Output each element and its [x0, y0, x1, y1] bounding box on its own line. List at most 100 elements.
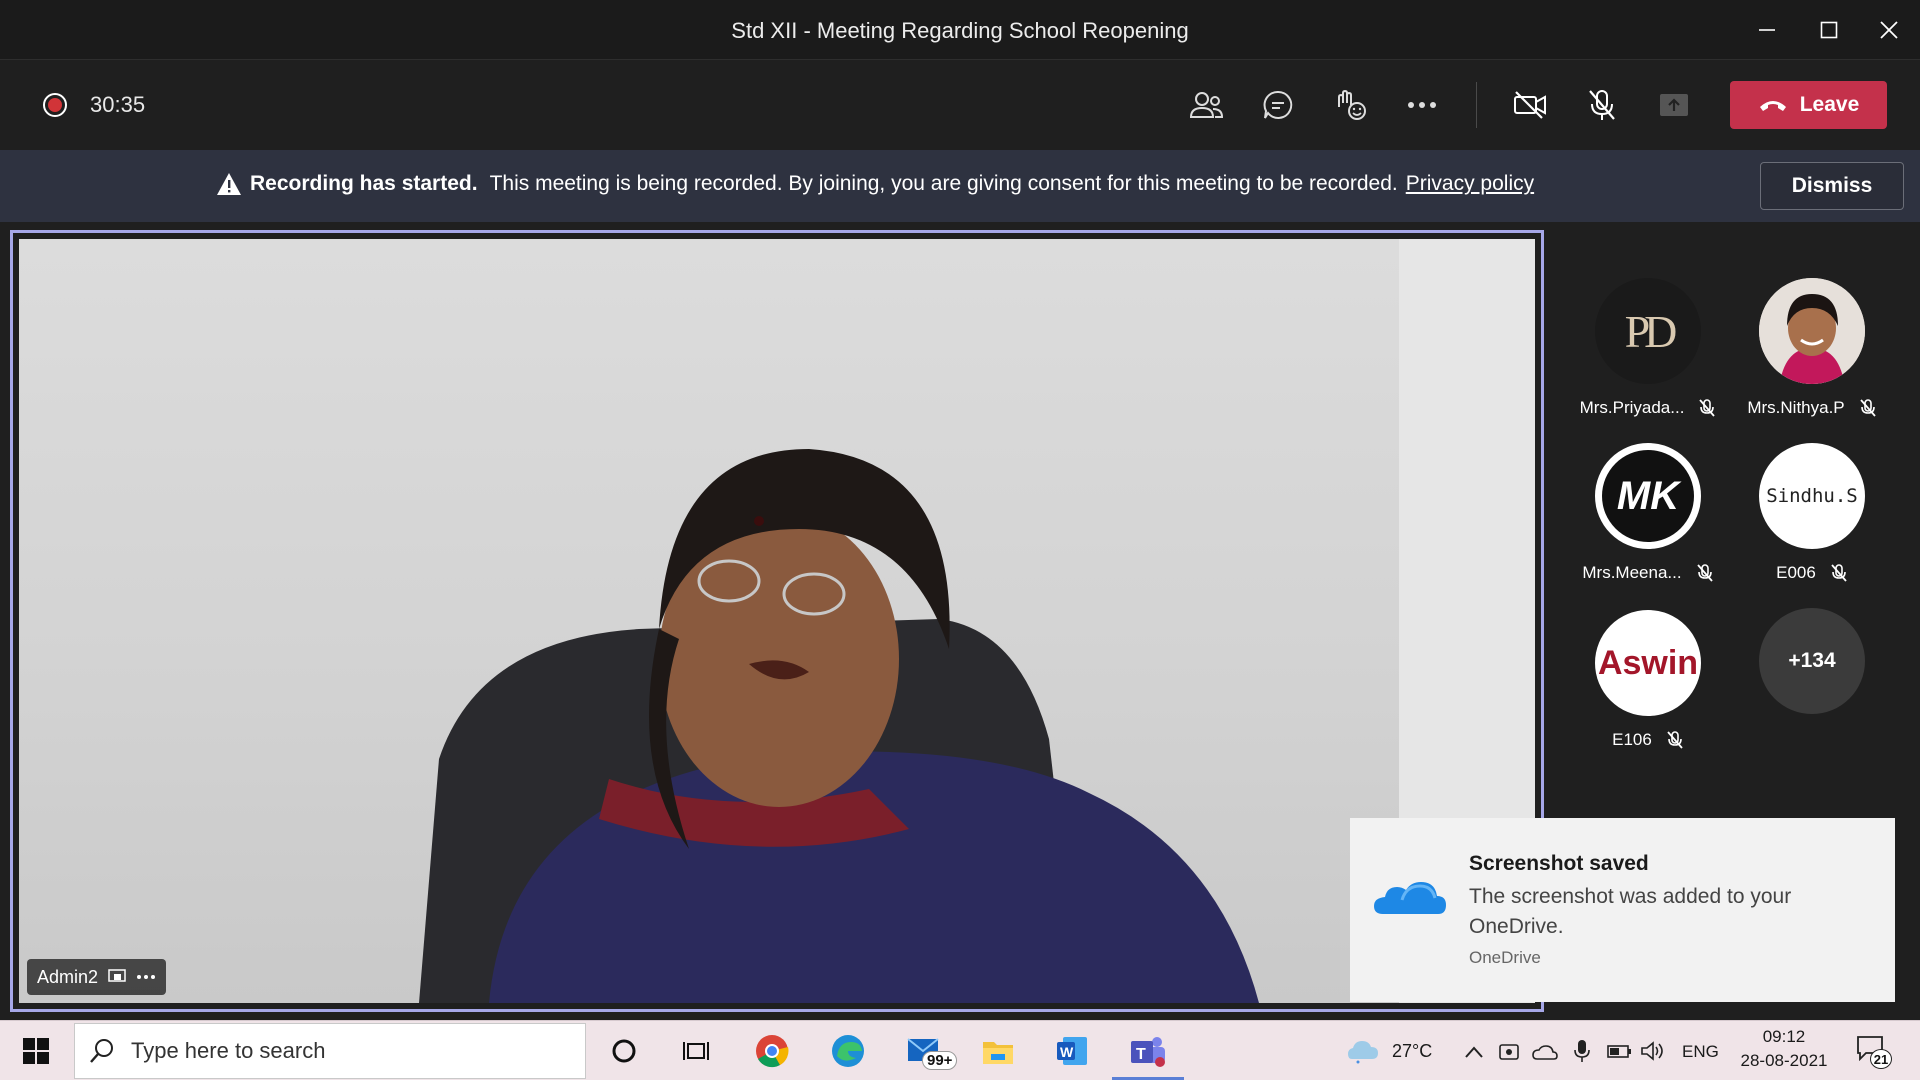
avatar: Aswin	[1595, 610, 1701, 716]
avatar: PD	[1595, 278, 1701, 384]
participant-tile[interactable]: Mrs.Nithya.P	[1742, 278, 1882, 418]
microphone-tray-icon[interactable]	[1574, 1039, 1590, 1063]
mail-badge: 99+	[922, 1051, 958, 1070]
reactions-button[interactable]	[1326, 82, 1374, 128]
warning-icon	[217, 173, 241, 195]
toast-title: Screenshot saved	[1469, 852, 1649, 875]
folder-icon	[983, 1042, 1013, 1064]
screenshot-saved-toast[interactable]: Screenshot saved The screenshot was adde…	[1350, 818, 1895, 1002]
participant-name: Mrs.Meena...	[1582, 563, 1682, 582]
recording-message: Recording has started. This meeting is b…	[216, 172, 1534, 196]
participant-name: Mrs.Priyada...	[1579, 398, 1685, 417]
participant-tile[interactable]: PD Mrs.Priyada...	[1578, 278, 1718, 418]
notification-count: 21	[1870, 1049, 1892, 1069]
windows-taskbar: Type here to search 99+ W T 27°C ENG 09:…	[0, 1020, 1920, 1080]
maximize-button[interactable]	[1798, 0, 1860, 60]
language-indicator[interactable]: ENG	[1682, 1042, 1719, 1062]
phone-hangup-icon	[1759, 101, 1786, 111]
participant-name: Mrs.Nithya.P	[1747, 398, 1845, 417]
mic-off-icon	[1699, 399, 1716, 417]
task-view-icon	[683, 1042, 709, 1060]
teams-meeting-window: Std XII - Meeting Regarding School Reope…	[0, 0, 1920, 1080]
cortana-icon	[612, 1039, 636, 1063]
speaker-name-tag[interactable]: Admin2	[27, 959, 167, 995]
weather-icon	[1348, 1041, 1378, 1064]
chat-icon	[1263, 90, 1293, 119]
maximize-icon	[1820, 21, 1838, 39]
avatar-initials: PD	[1624, 305, 1678, 357]
overflow-count: +134	[1788, 649, 1836, 672]
overflow-avatar: +134	[1759, 608, 1865, 714]
screen-share-badge-icon	[108, 969, 126, 982]
onedrive-tray-icon[interactable]	[1532, 1043, 1558, 1061]
recording-consent-text: This meeting is being recorded. By joini…	[489, 172, 1398, 195]
mic-off-icon	[1696, 564, 1713, 582]
privacy-policy-link[interactable]: Privacy policy	[1406, 172, 1534, 196]
edge-app[interactable]	[818, 1021, 878, 1080]
toast-source: OneDrive	[1469, 948, 1541, 967]
camera-off-icon	[1514, 91, 1546, 119]
participants-button[interactable]	[1182, 82, 1230, 128]
search-icon	[90, 1039, 113, 1063]
minimize-button[interactable]	[1736, 0, 1798, 60]
mic-toggle-button[interactable]	[1578, 82, 1626, 128]
participant-tile[interactable]: Aswin E106	[1578, 610, 1718, 750]
chat-button[interactable]	[1254, 82, 1302, 128]
teams-app[interactable]: T	[1118, 1021, 1178, 1080]
notification-center-button[interactable]: 21	[1852, 1033, 1892, 1069]
avatar-initials: MK	[1616, 473, 1680, 518]
teams-icon: T	[1131, 1037, 1165, 1067]
dismiss-button[interactable]: Dismiss	[1760, 162, 1904, 210]
main-video-stage[interactable]: Admin2	[10, 230, 1544, 1012]
volume-icon[interactable]	[1640, 1040, 1666, 1062]
start-button[interactable]	[6, 1021, 66, 1080]
chrome-app[interactable]	[742, 1021, 802, 1080]
windows-logo-icon	[23, 1038, 49, 1064]
cortana-button[interactable]	[594, 1021, 654, 1080]
leave-button[interactable]: Leave	[1730, 81, 1887, 129]
speaker-video: Admin2	[19, 239, 1535, 1003]
participant-tile[interactable]: MK Mrs.Meena...	[1578, 443, 1718, 583]
mic-off-icon	[1667, 731, 1683, 749]
minimize-icon	[1759, 29, 1775, 31]
reactions-icon	[1338, 89, 1366, 120]
share-icon	[1660, 94, 1688, 116]
clock[interactable]: 09:12 28-08-2021	[1734, 1027, 1834, 1071]
close-icon	[1880, 21, 1898, 39]
svg-text:W: W	[1060, 1044, 1074, 1060]
participants-icon	[1189, 92, 1223, 118]
more-icon[interactable]	[136, 974, 156, 980]
more-participants-tile[interactable]: +134	[1742, 608, 1882, 714]
meet-now-icon[interactable]	[1498, 1041, 1520, 1063]
control-divider	[1476, 82, 1477, 128]
taskbar-search[interactable]: Type here to search	[74, 1023, 586, 1079]
close-button[interactable]	[1858, 0, 1920, 60]
speaker-name: Admin2	[37, 966, 99, 987]
more-actions-button[interactable]	[1398, 82, 1446, 128]
more-icon	[1408, 102, 1436, 108]
onedrive-cloud-icon	[1374, 882, 1446, 914]
task-view-button[interactable]	[666, 1021, 726, 1080]
word-icon: W	[1057, 1037, 1087, 1065]
file-explorer-app[interactable]	[968, 1021, 1028, 1080]
weather-temperature[interactable]: 27°C	[1392, 1041, 1432, 1062]
title-bar: Std XII - Meeting Regarding School Reope…	[0, 0, 1920, 60]
share-content-button[interactable]	[1650, 82, 1698, 128]
word-app[interactable]: W	[1042, 1021, 1102, 1080]
mic-off-icon	[1859, 399, 1876, 417]
mic-off-icon	[1589, 90, 1615, 120]
avatar-text: Sindhu.S	[1766, 485, 1858, 507]
mic-off-icon	[1831, 564, 1847, 582]
participant-name: E006	[1776, 563, 1816, 582]
participant-tile[interactable]: Sindhu.S E006	[1742, 443, 1882, 583]
avatar: Sindhu.S	[1759, 443, 1865, 549]
search-placeholder: Type here to search	[131, 1038, 326, 1063]
svg-text:T: T	[1136, 1046, 1146, 1063]
clock-time: 09:12	[1762, 1027, 1806, 1046]
meeting-control-bar: 30:35 Leave	[0, 60, 1920, 150]
chevron-up-icon[interactable]	[1464, 1045, 1484, 1059]
mail-app[interactable]: 99+	[896, 1021, 958, 1080]
recording-banner: Recording has started. This meeting is b…	[0, 150, 1920, 222]
camera-toggle-button[interactable]	[1506, 82, 1554, 128]
battery-icon[interactable]	[1606, 1041, 1632, 1061]
